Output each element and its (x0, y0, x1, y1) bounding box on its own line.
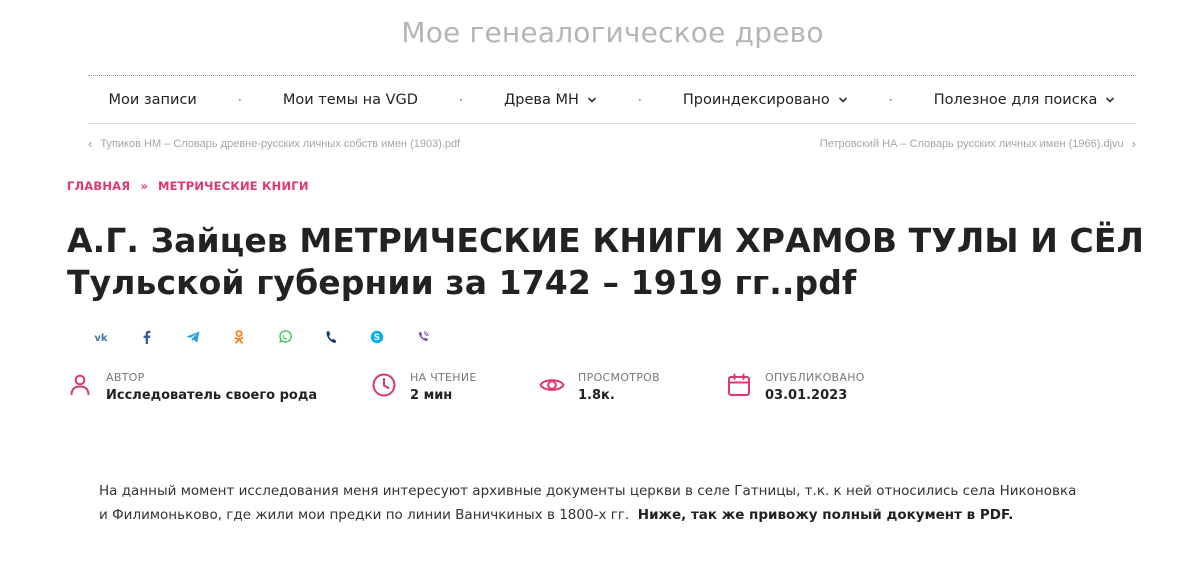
nav-item-useful-for-search[interactable]: Полезное для поиска (934, 92, 1116, 108)
share-viber-button[interactable] (400, 326, 446, 348)
article-body: На данный момент исследования меня интер… (99, 479, 1079, 527)
meta-reading-value: 2 мин (410, 388, 453, 403)
chevron-down-icon (838, 97, 847, 103)
skype-icon: S (370, 330, 384, 344)
nav-separator: · (459, 93, 463, 107)
share-telegram-button[interactable] (170, 326, 216, 348)
meta-author-label: АВТОР (106, 371, 145, 384)
meta-published: ОПУБЛИКОВАНО 03.01.2023 (726, 369, 865, 403)
meta-reading-time: НА ЧТЕНИЕ 2 мин (371, 369, 477, 403)
nav-item-label: Проиндексировано (682, 92, 830, 108)
meta-published-value: 03.01.2023 (765, 388, 848, 403)
svg-text:vk: vk (94, 333, 108, 344)
nav-item-indexed[interactable]: Проиндексировано (683, 92, 848, 108)
share-facebook-button[interactable] (124, 326, 170, 348)
chevron-down-icon (1106, 97, 1115, 103)
meta-reading-label: НА ЧТЕНИЕ (410, 371, 477, 384)
odnoklassniki-icon (234, 330, 244, 344)
facebook-icon (143, 330, 151, 344)
whatsapp-icon (279, 330, 292, 343)
nav-separator: · (637, 93, 642, 107)
user-icon (70, 374, 90, 396)
meta-author-value[interactable]: Исследователь своего рода (106, 388, 317, 403)
share-whatsapp-button[interactable] (262, 326, 308, 348)
post-meta: АВТОР Исследователь своего рода НА ЧТЕНИ… (67, 369, 1067, 409)
article-body-bold: Ниже, так же привожу полный документ в P… (637, 507, 1014, 523)
breadcrumb-separator: » (140, 179, 148, 193)
breadcrumb: ГЛАВНАЯ » МЕТРИЧЕСКИЕ КНИГИ (67, 179, 309, 193)
nav-item-label: Мои темы на VGD (282, 92, 418, 108)
nav-top-divider (88, 75, 1136, 76)
nav-item-label: Древа МН (503, 92, 579, 108)
next-post-link[interactable]: Петровский НА – Словарь русских личных и… (820, 136, 1136, 151)
meta-views-value: 1.8к. (578, 388, 615, 403)
meta-views-label: ПРОСМОТРОВ (578, 371, 660, 384)
nav-item-trees[interactable]: Древа МН (504, 92, 597, 108)
meta-author: АВТОР Исследователь своего рода (67, 369, 317, 403)
nav-item-my-vgd-topics[interactable]: Мои темы на VGD (283, 92, 418, 108)
clock-icon (372, 373, 396, 397)
main-nav: Мои записи · Мои темы на VGD · Древа МН … (88, 77, 1136, 123)
chevron-left-icon: ‹ (88, 136, 93, 151)
next-post-label: Петровский НА – Словарь русских личных и… (819, 137, 1124, 150)
prev-post-label: Тупиков НМ – Словарь древне-русских личн… (100, 137, 461, 150)
viber-icon (418, 331, 429, 341)
share-vk-button[interactable]: vk (78, 326, 124, 348)
share-bar: vk S (78, 326, 446, 348)
nav-separator: · (888, 93, 893, 107)
vk-icon: vk (94, 333, 108, 344)
prev-post-link[interactable]: ‹ Тупиков НМ – Словарь древне-русских ли… (88, 136, 460, 151)
chevron-right-icon: › (1131, 136, 1136, 151)
breadcrumb-home[interactable]: ГЛАВНАЯ (67, 179, 130, 193)
calendar-icon (728, 373, 750, 396)
phone-icon (326, 331, 337, 344)
eye-icon (539, 379, 565, 391)
nav-item-label: Полезное для поиска (933, 92, 1098, 108)
svg-text:S: S (374, 333, 380, 343)
meta-published-label: ОПУБЛИКОВАНО (765, 371, 865, 384)
nav-item-label: Мои записи (108, 92, 197, 108)
share-skype-button[interactable]: S (354, 326, 400, 348)
page-title: А.Г. Зайцев МЕТРИЧЕСКИЕ КНИГИ ХРАМОВ ТУЛ… (67, 221, 1144, 302)
meta-views: ПРОСМОТРОВ 1.8к. (539, 369, 660, 403)
telegram-icon (186, 331, 200, 343)
nav-item-my-records[interactable]: Мои записи (109, 92, 197, 108)
site-title[interactable]: Мое генеалогическое древо (0, 16, 1200, 49)
share-phone-button[interactable] (308, 326, 354, 348)
share-odnoklassniki-button[interactable] (216, 326, 262, 348)
breadcrumb-current[interactable]: МЕТРИЧЕСКИЕ КНИГИ (158, 179, 309, 193)
nav-bottom-divider (88, 123, 1136, 124)
chevron-down-icon (587, 97, 596, 103)
nav-separator: · (237, 93, 242, 107)
